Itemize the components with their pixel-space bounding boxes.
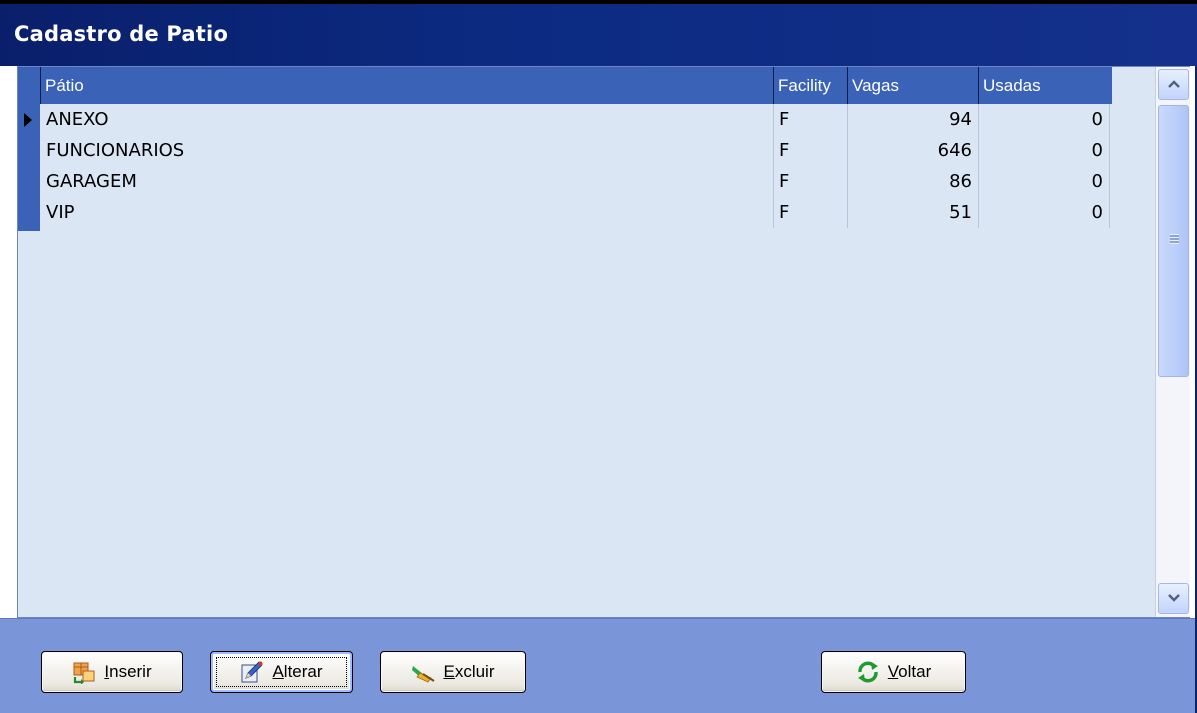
cell-usadas[interactable]: 0 xyxy=(978,135,1109,166)
table-row[interactable]: GARAGEM F 86 0 xyxy=(40,166,1112,197)
refresh-arrows-icon xyxy=(857,661,878,683)
cell-facility[interactable]: F xyxy=(773,104,847,135)
cell-facility[interactable]: F xyxy=(773,166,847,197)
grid-rows: ANEXO F 94 0 FUNCIONARIOS F 646 0 GARAGE… xyxy=(24,104,1112,228)
column-header-patio[interactable]: Pátio xyxy=(40,67,773,104)
voltar-label: Voltar xyxy=(887,662,932,681)
cell-patio[interactable]: FUNCIONARIOS xyxy=(40,135,773,166)
voltar-button[interactable]: Voltar xyxy=(821,651,966,693)
excluir-button[interactable]: Excluir xyxy=(380,651,526,693)
insert-table-icon xyxy=(73,662,95,684)
scroll-grip-icon xyxy=(1170,234,1179,244)
column-header-facility[interactable]: Facility xyxy=(773,67,847,104)
cell-facility[interactable]: F xyxy=(773,197,847,228)
alterar-button[interactable]: Alterar xyxy=(210,651,353,693)
cell-facility[interactable]: F xyxy=(773,135,847,166)
table-row[interactable]: VIP F 51 0 xyxy=(40,197,1112,228)
eraser-broom-icon xyxy=(412,666,436,683)
cell-vagas[interactable]: 51 xyxy=(847,197,978,228)
inserir-label: Inserir xyxy=(104,662,152,681)
alterar-label: Alterar xyxy=(272,662,323,681)
window-title: Cadastro de Patio xyxy=(14,22,229,46)
chevron-up-icon xyxy=(1167,80,1180,88)
current-row-pointer-icon xyxy=(24,113,32,127)
cell-usadas[interactable]: 0 xyxy=(978,104,1109,135)
scroll-up-button[interactable] xyxy=(1158,69,1189,100)
scroll-thumb[interactable] xyxy=(1158,105,1189,377)
cell-vagas[interactable]: 94 xyxy=(847,104,978,135)
title-bar: Cadastro de Patio xyxy=(0,0,1197,66)
inserir-button[interactable]: Inserir xyxy=(41,651,183,693)
chevron-down-icon xyxy=(1167,594,1180,602)
scroll-down-button[interactable] xyxy=(1158,583,1189,614)
row-indicator-column xyxy=(18,67,40,231)
cell-patio[interactable]: ANEXO xyxy=(40,104,773,135)
button-bar: Inserir Alterar Excluir Voltar xyxy=(0,618,1195,713)
cell-usadas[interactable]: 0 xyxy=(978,197,1109,228)
column-header-vagas[interactable]: Vagas xyxy=(847,67,978,104)
cell-vagas[interactable]: 646 xyxy=(847,135,978,166)
edit-pencil-icon xyxy=(241,661,264,683)
vertical-scrollbar[interactable] xyxy=(1155,67,1190,617)
excluir-label: Excluir xyxy=(443,662,495,681)
cadastro-patio-window: Cadastro de Patio Pátio Facility Vagas U… xyxy=(0,0,1197,713)
cell-usadas[interactable]: 0 xyxy=(978,166,1109,197)
column-header-usadas[interactable]: Usadas xyxy=(978,67,1109,104)
patio-grid[interactable]: Pátio Facility Vagas Usadas ANEXO F 94 0… xyxy=(17,66,1190,618)
table-row[interactable]: ANEXO F 94 0 xyxy=(24,104,1112,135)
cell-vagas[interactable]: 86 xyxy=(847,166,978,197)
cell-patio[interactable]: VIP xyxy=(40,197,773,228)
table-row[interactable]: FUNCIONARIOS F 646 0 xyxy=(40,135,1112,166)
cell-patio[interactable]: GARAGEM xyxy=(40,166,773,197)
grid-header: Pátio Facility Vagas Usadas xyxy=(40,67,1112,104)
